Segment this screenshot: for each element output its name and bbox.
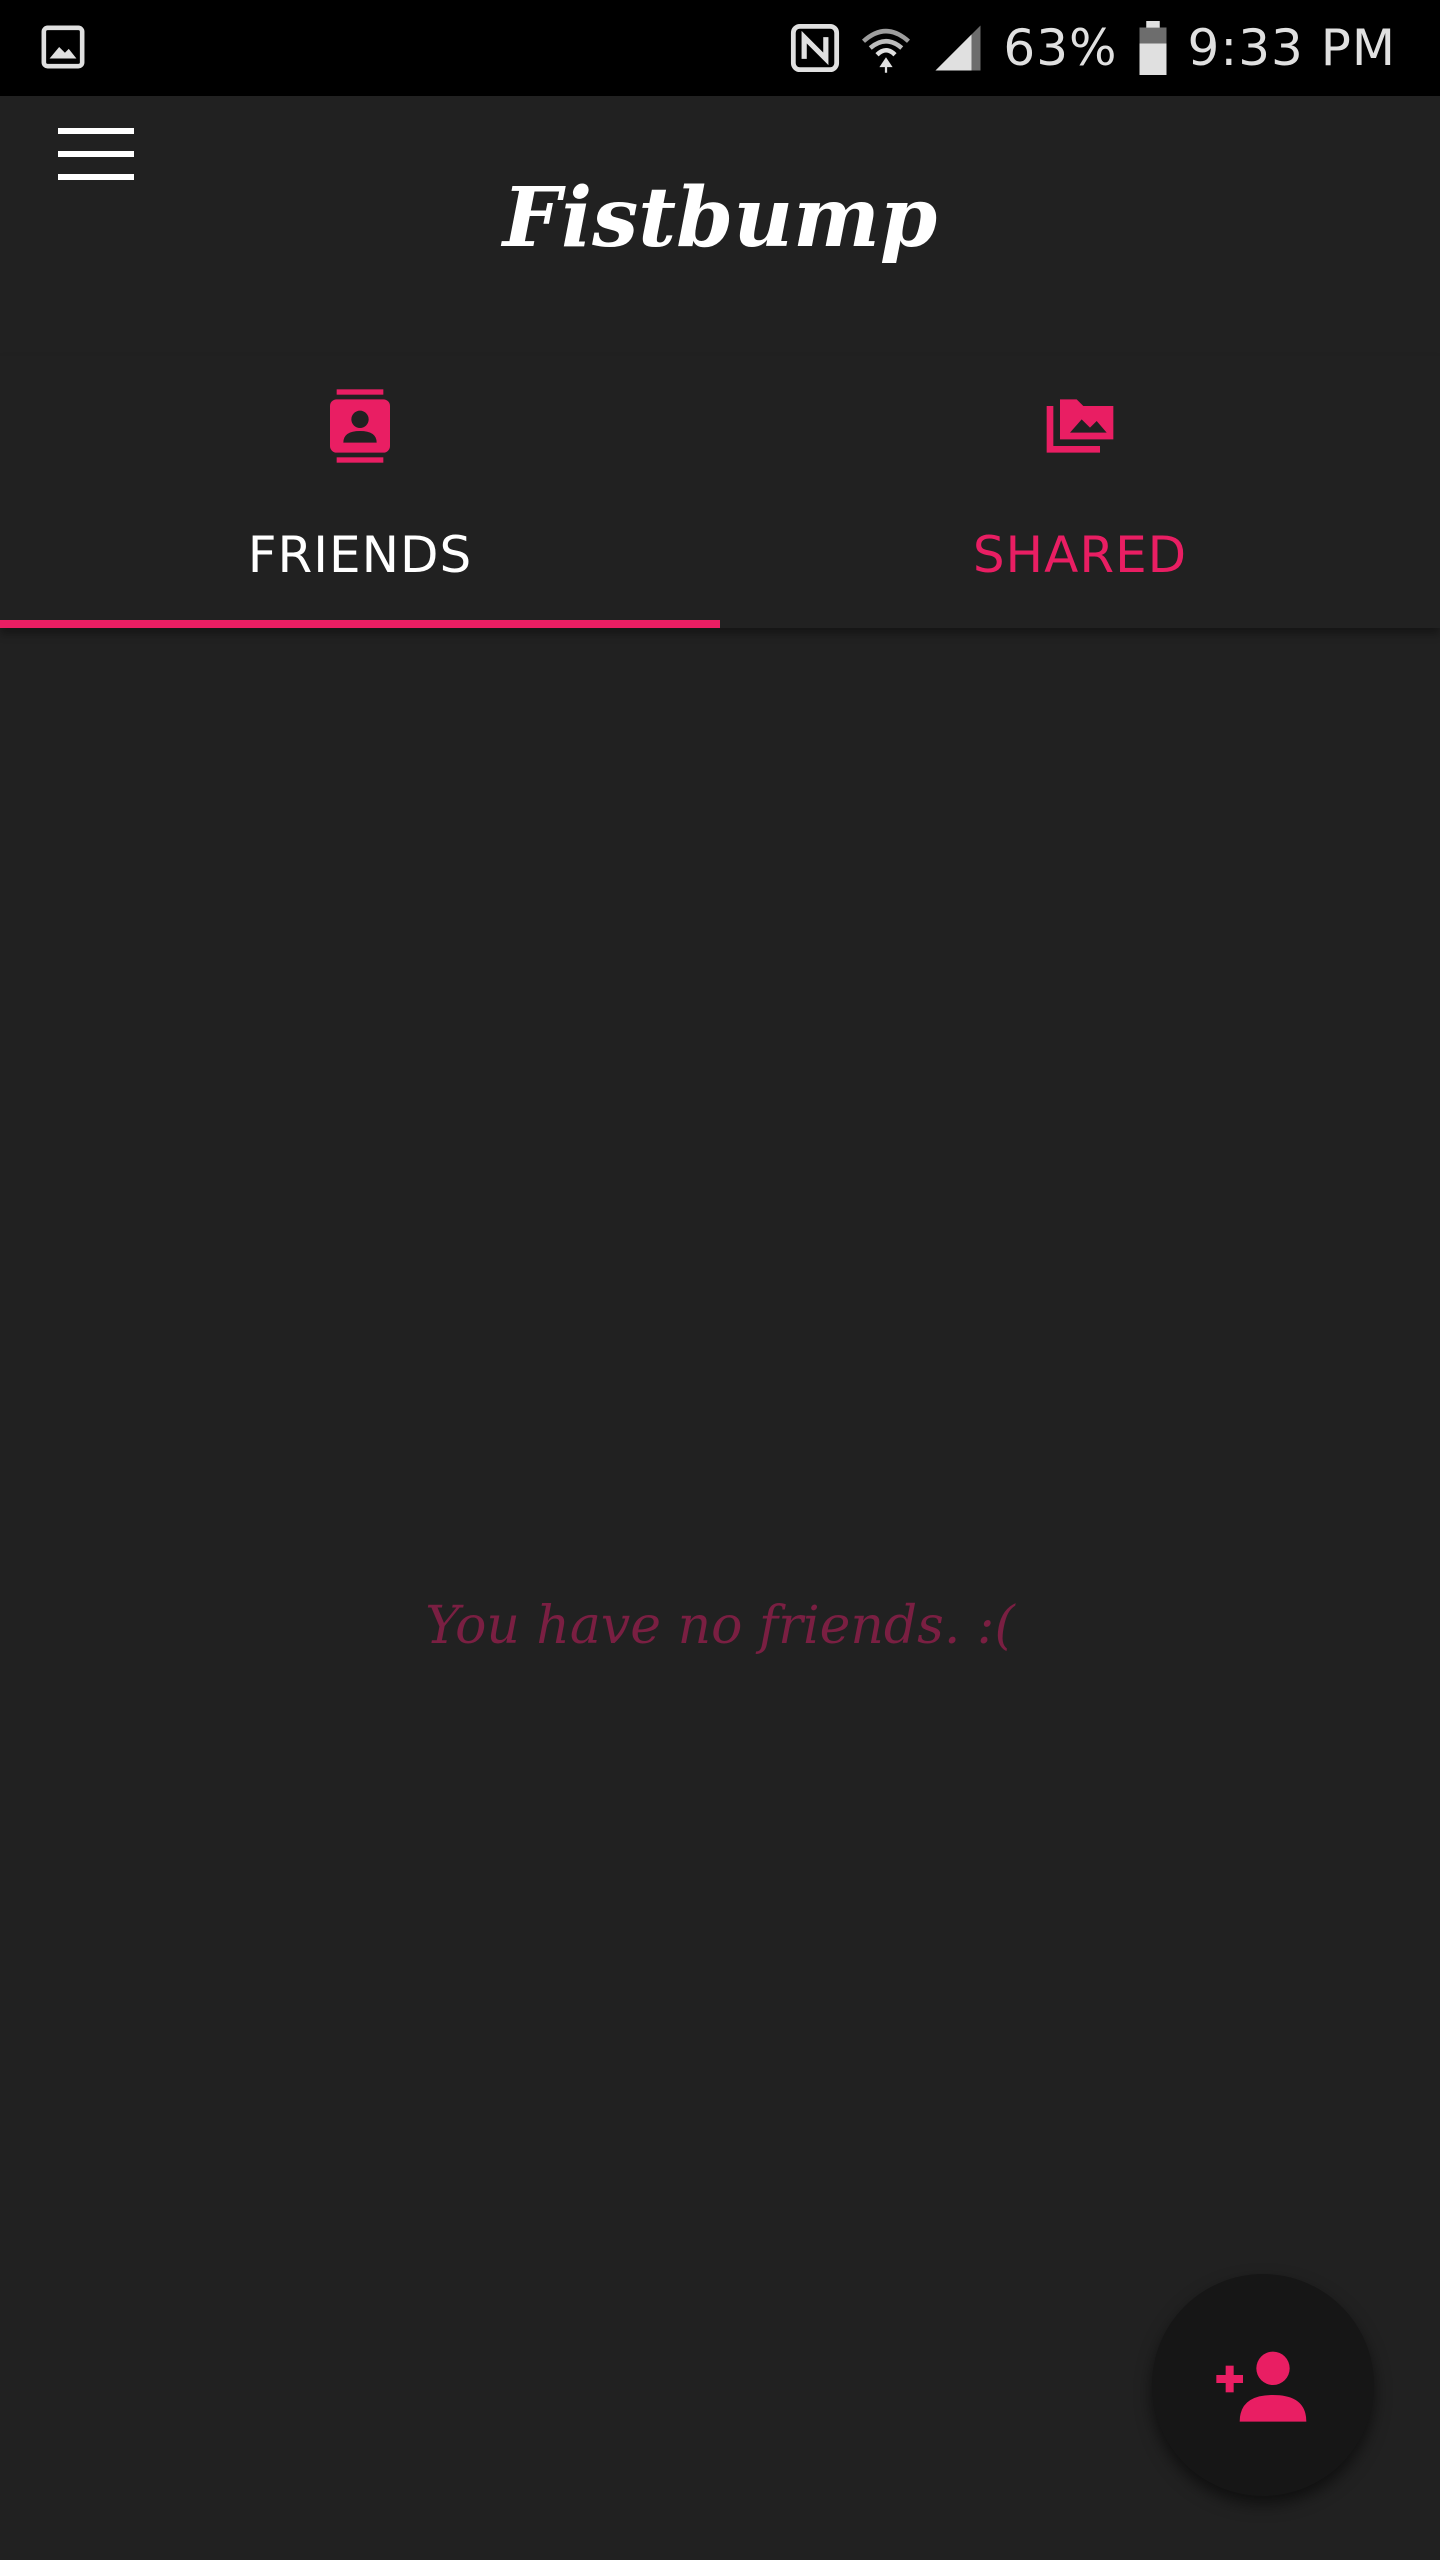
active-tab-indicator: [0, 620, 720, 628]
tab-shared-label: SHARED: [972, 526, 1188, 584]
status-icons: 63% 9:33 PM: [789, 0, 1396, 96]
tab-friends[interactable]: FRIENDS: [0, 356, 720, 628]
add-friend-button[interactable]: [1152, 2274, 1374, 2496]
battery-percentage: 63%: [1003, 19, 1118, 77]
nfc-icon: [791, 23, 840, 73]
tab-shared[interactable]: SHARED: [720, 356, 1440, 628]
photo-library-icon: [1046, 399, 1114, 453]
signal-icon: [935, 25, 981, 71]
tab-friends-label: FRIENDS: [247, 526, 473, 584]
screen: 63% 9:33 PM Fistbump FRIENDS SHARED You …: [0, 0, 1440, 2560]
app-title: Fistbump: [502, 170, 938, 266]
contacts-icon: [330, 389, 390, 463]
status-bar: 63% 9:33 PM: [0, 0, 1440, 96]
add-person-icon: [1216, 2351, 1307, 2422]
battery-icon: [1139, 21, 1167, 75]
clock: 9:33 PM: [1187, 19, 1396, 77]
tab-bar: FRIENDS SHARED: [0, 356, 1440, 628]
empty-state-message: You have no friends. :(: [425, 1596, 1015, 1656]
wifi-icon: [862, 28, 911, 73]
image-notification-icon: [41, 25, 85, 69]
